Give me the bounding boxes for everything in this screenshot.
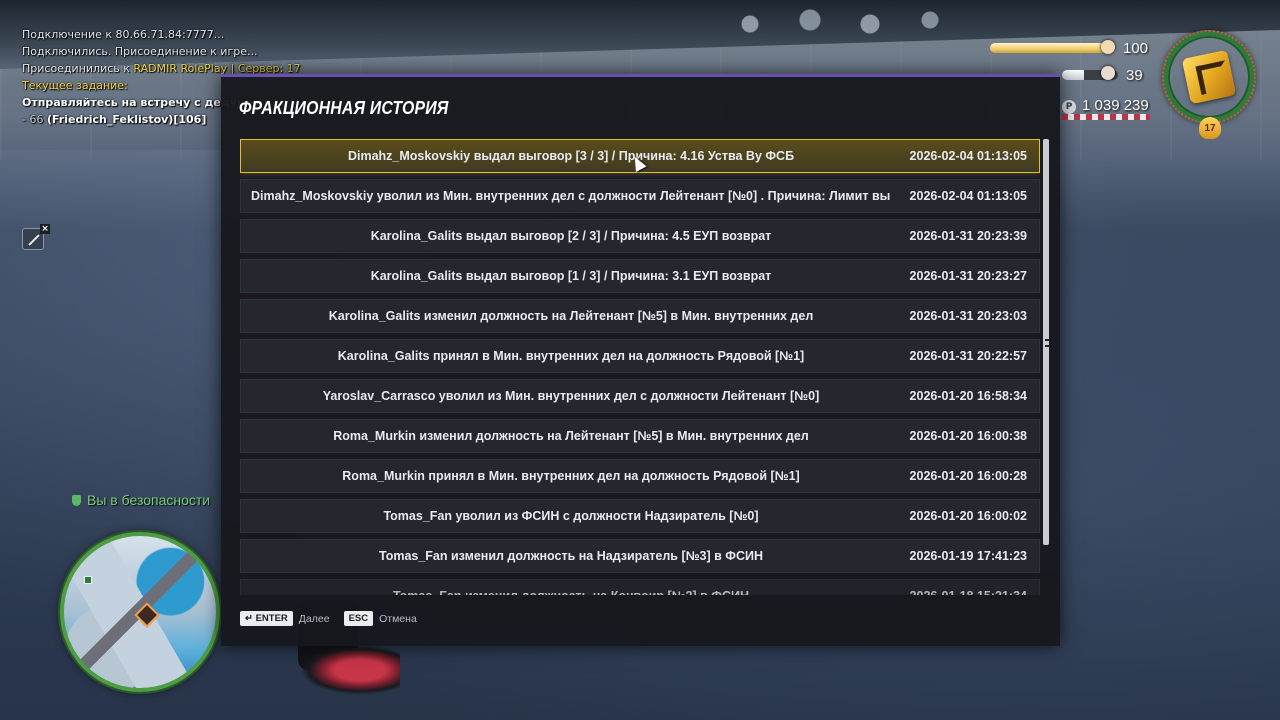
history-row-message: Tomas_Fan изменил должность на Конвоир [… [251,589,891,595]
esc-key-label[interactable]: Отмена [379,613,417,625]
chat-line: Подключились. Присоединение к игре... [22,45,258,58]
history-row[interactable]: Karolina_Galits выдал выговор [1 / 3] / … [240,259,1040,293]
history-row-date: 2026-01-20 16:00:02 [909,509,1027,523]
history-row-date: 2026-01-20 16:00:38 [909,429,1027,443]
history-row-message: Dimahz_Moskovskiy выдал выговор [3 / 3] … [347,149,795,163]
history-row[interactable]: Tomas_Fan уволил из ФСИН с должности Над… [240,499,1040,533]
esc-key-button[interactable]: ESC [343,611,374,626]
chat-line: Подключение к 80.66.71.84:7777... [22,28,225,41]
history-row[interactable]: Karolina_Galits принял в Мин. внутренних… [240,339,1040,373]
history-row-message: Karolina_Galits выдал выговор [2 / 3] / … [370,229,772,243]
history-row-date: 2026-01-18 15:21:34 [907,589,1027,595]
history-row[interactable]: Tomas_Fan изменил должность на Конвоир [… [240,579,1040,595]
history-row[interactable]: Roma_Murkin изменил должность на Лейтена… [240,419,1040,453]
history-row[interactable]: Roma_Murkin принял в Мин. внутренних дел… [240,459,1040,493]
safe-zone-text: Вы в безопасности [87,492,211,508]
health-value: 100 [1123,40,1149,57]
shield-icon [72,495,81,506]
close-icon[interactable]: × [40,224,50,234]
background-trees [690,0,990,40]
history-row-message: Karolina_Galits изменил должность на Лей… [328,309,814,323]
minimap [60,532,220,692]
history-row[interactable]: Tomas_Fan изменил должность на Надзирате… [240,539,1040,573]
history-row[interactable]: Dimahz_Moskovskiy уволил из Мин. внутрен… [240,179,1040,213]
history-row-date: 2026-01-19 17:41:23 [909,549,1027,563]
armor-value: 39 [1126,67,1143,84]
history-row-date: 2026-01-31 20:23:03 [909,309,1027,323]
history-row-message: Karolina_Galits принял в Мин. внутренних… [337,349,805,363]
history-row-date: 2026-01-31 20:23:39 [909,229,1027,243]
server-logo-icon [1181,49,1237,105]
scrollbar-handle[interactable] [1045,339,1049,347]
health-bar [990,43,1108,53]
history-row-date: 2026-01-20 16:58:34 [909,389,1027,403]
dialog-title: ФРАКЦИОННАЯ ИСТОРИЯ [239,98,449,118]
armor-icon [1101,66,1115,80]
history-row-date: 2026-01-20 16:00:28 [909,469,1027,483]
decorative-strip [1062,114,1150,120]
safe-zone-indicator: Вы в безопасности [72,492,210,508]
level-badge: 17 [1199,117,1221,139]
enter-key-button[interactable]: ↵ ENTER [240,611,293,626]
history-row-message: Karolina_Galits выдал выговор [1 / 3] / … [370,269,772,283]
history-row[interactable]: Karolina_Galits изменил должность на Лей… [240,299,1040,333]
history-row-message: Tomas_Fan изменил должность на Надзирате… [378,549,763,563]
money-coin-icon: Р [1062,100,1076,114]
player-blip-icon [134,602,160,628]
history-row-message: Tomas_Fan уволил из ФСИН с должности Над… [383,509,759,523]
history-row-date: 2026-02-04 01:13:05 [909,149,1027,163]
money-display: Р 1 039 239 [1062,95,1149,114]
armor-bar-fill [1062,70,1084,80]
dialog-footer: ↵ ENTER Далее ESC Отмена [240,611,425,626]
map-marker-icon [84,576,92,584]
chat-player-name: (Friedrich_Feklistov)[106] [46,113,207,126]
enter-key-label[interactable]: Далее [299,613,330,625]
history-row-message: Roma_Murkin изменил должность на Лейтена… [333,429,809,443]
history-row-date: 2026-01-31 20:23:27 [909,269,1027,283]
history-row[interactable]: Karolina_Galits выдал выговор [2 / 3] / … [240,219,1040,253]
heart-icon [1101,40,1115,54]
player-boot [300,645,400,695]
health-bar-fill [990,43,1108,53]
money-amount: 1 039 239 [1082,97,1149,114]
history-row-date: 2026-02-04 01:13:05 [909,189,1027,203]
chat-text: Присоединились к [22,62,134,75]
history-row-message: Dimahz_Moskovskiy уволил из Мин. внутрен… [251,189,891,203]
history-row-message: Yaroslav_Carrasco уволил из Мин. внутрен… [322,389,820,403]
history-list[interactable]: Dimahz_Moskovskiy выдал выговор [3 / 3] … [240,139,1040,595]
history-row-message: Roma_Murkin принял в Мин. внутренних дел… [342,469,800,483]
history-row[interactable]: Yaroslav_Carrasco уволил из Мин. внутрен… [240,379,1040,413]
chat-text: - 66 [22,113,47,126]
history-row-date: 2026-01-31 20:22:57 [909,349,1027,363]
